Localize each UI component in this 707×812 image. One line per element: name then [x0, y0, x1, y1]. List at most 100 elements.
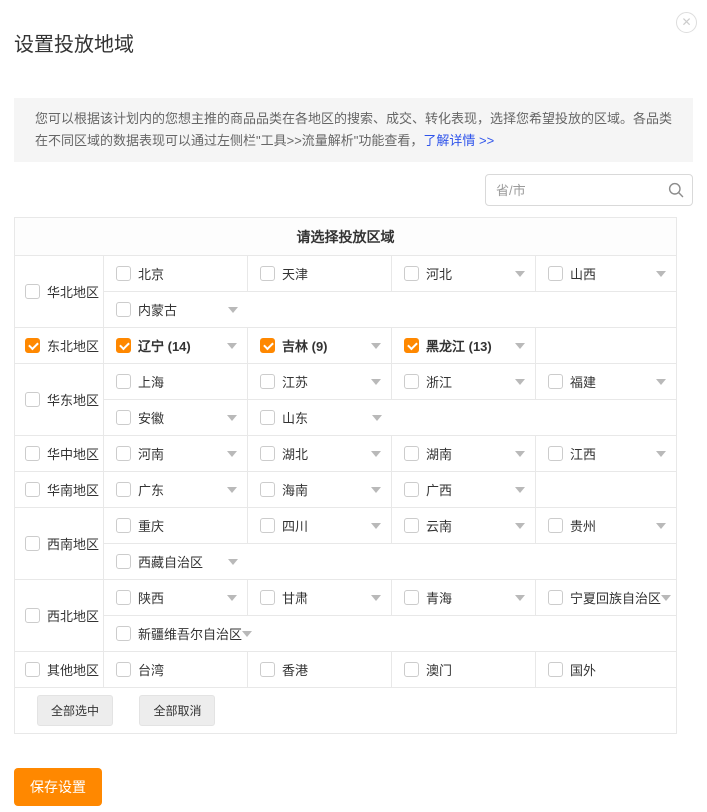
region-group-cell[interactable]: 东北地区: [15, 328, 104, 364]
province-cell[interactable]: 内蒙古: [104, 292, 248, 328]
dropdown-arrow-icon[interactable]: [656, 271, 666, 277]
checkbox-unchecked-icon[interactable]: [260, 374, 275, 389]
region-group-cell[interactable]: 其他地区: [15, 652, 104, 688]
province-cell[interactable]: 山东: [248, 400, 392, 436]
dropdown-arrow-icon[interactable]: [515, 379, 525, 385]
checkbox-checked-icon[interactable]: [116, 338, 131, 353]
checkbox-unchecked-icon[interactable]: [116, 410, 131, 425]
dropdown-arrow-icon[interactable]: [372, 415, 382, 421]
province-cell[interactable]: 山西: [536, 256, 677, 292]
province-cell[interactable]: 新疆维吾尔自治区: [104, 616, 248, 652]
province-cell[interactable]: 辽宁 (14): [104, 328, 248, 364]
province-cell[interactable]: 四川: [248, 508, 392, 544]
checkbox-unchecked-icon[interactable]: [404, 266, 419, 281]
dropdown-arrow-icon[interactable]: [371, 523, 381, 529]
checkbox-unchecked-icon[interactable]: [404, 482, 419, 497]
province-cell[interactable]: 国外: [536, 652, 677, 688]
checkbox-unchecked-icon[interactable]: [25, 536, 40, 551]
dropdown-arrow-icon[interactable]: [371, 343, 381, 349]
checkbox-unchecked-icon[interactable]: [260, 482, 275, 497]
checkbox-unchecked-icon[interactable]: [25, 662, 40, 677]
checkbox-unchecked-icon[interactable]: [25, 392, 40, 407]
province-cell[interactable]: 湖北: [248, 436, 392, 472]
checkbox-unchecked-icon[interactable]: [260, 266, 275, 281]
dropdown-arrow-icon[interactable]: [656, 451, 666, 457]
dropdown-arrow-icon[interactable]: [371, 487, 381, 493]
province-cell[interactable]: 福建: [536, 364, 677, 400]
checkbox-unchecked-icon[interactable]: [116, 554, 131, 569]
dropdown-arrow-icon[interactable]: [227, 415, 237, 421]
dropdown-arrow-icon[interactable]: [227, 343, 237, 349]
dropdown-arrow-icon[interactable]: [515, 487, 525, 493]
dropdown-arrow-icon[interactable]: [515, 523, 525, 529]
search-icon[interactable]: [668, 182, 684, 198]
checkbox-unchecked-icon[interactable]: [116, 482, 131, 497]
region-group-cell[interactable]: 华北地区: [15, 256, 104, 328]
province-cell[interactable]: 西藏自治区: [104, 544, 248, 580]
checkbox-unchecked-icon[interactable]: [260, 590, 275, 605]
region-group-cell[interactable]: 西南地区: [15, 508, 104, 580]
checkbox-unchecked-icon[interactable]: [404, 374, 419, 389]
checkbox-unchecked-icon[interactable]: [260, 410, 275, 425]
close-icon[interactable]: ✕: [676, 12, 697, 33]
province-cell[interactable]: 江西: [536, 436, 677, 472]
province-cell[interactable]: 台湾: [104, 652, 248, 688]
checkbox-unchecked-icon[interactable]: [548, 518, 563, 533]
province-cell[interactable]: 海南: [248, 472, 392, 508]
cancel-all-button[interactable]: 全部取消: [139, 695, 215, 726]
checkbox-unchecked-icon[interactable]: [116, 590, 131, 605]
dropdown-arrow-icon[interactable]: [242, 631, 252, 637]
checkbox-checked-icon[interactable]: [260, 338, 275, 353]
province-cell[interactable]: 青海: [392, 580, 536, 616]
checkbox-unchecked-icon[interactable]: [404, 662, 419, 677]
province-cell[interactable]: 澳门: [392, 652, 536, 688]
checkbox-unchecked-icon[interactable]: [25, 482, 40, 497]
checkbox-unchecked-icon[interactable]: [116, 266, 131, 281]
checkbox-unchecked-icon[interactable]: [116, 518, 131, 533]
province-cell[interactable]: 宁夏回族自治区: [536, 580, 677, 616]
save-settings-button[interactable]: 保存设置: [14, 768, 102, 806]
province-cell[interactable]: 安徽: [104, 400, 248, 436]
province-cell[interactable]: 吉林 (9): [248, 328, 392, 364]
checkbox-unchecked-icon[interactable]: [116, 626, 131, 641]
province-cell[interactable]: 黑龙江 (13): [392, 328, 536, 364]
dropdown-arrow-icon[interactable]: [228, 559, 238, 565]
checkbox-unchecked-icon[interactable]: [25, 608, 40, 623]
checkbox-unchecked-icon[interactable]: [548, 662, 563, 677]
region-group-cell[interactable]: 华中地区: [15, 436, 104, 472]
province-cell[interactable]: 重庆: [104, 508, 248, 544]
dropdown-arrow-icon[interactable]: [371, 451, 381, 457]
checkbox-unchecked-icon[interactable]: [260, 662, 275, 677]
dropdown-arrow-icon[interactable]: [227, 487, 237, 493]
checkbox-unchecked-icon[interactable]: [260, 518, 275, 533]
checkbox-unchecked-icon[interactable]: [548, 446, 563, 461]
province-cell[interactable]: 河南: [104, 436, 248, 472]
checkbox-unchecked-icon[interactable]: [404, 446, 419, 461]
dropdown-arrow-icon[interactable]: [371, 595, 381, 601]
checkbox-unchecked-icon[interactable]: [116, 446, 131, 461]
province-cell[interactable]: 广西: [392, 472, 536, 508]
dropdown-arrow-icon[interactable]: [515, 595, 525, 601]
province-cell[interactable]: 广东: [104, 472, 248, 508]
checkbox-unchecked-icon[interactable]: [116, 302, 131, 317]
checkbox-unchecked-icon[interactable]: [25, 284, 40, 299]
dropdown-arrow-icon[interactable]: [661, 595, 671, 601]
checkbox-unchecked-icon[interactable]: [116, 662, 131, 677]
dropdown-arrow-icon[interactable]: [515, 451, 525, 457]
dropdown-arrow-icon[interactable]: [515, 343, 525, 349]
learn-more-link[interactable]: 了解详情 >>: [423, 133, 494, 148]
checkbox-unchecked-icon[interactable]: [404, 518, 419, 533]
dropdown-arrow-icon[interactable]: [656, 379, 666, 385]
dropdown-arrow-icon[interactable]: [227, 595, 237, 601]
province-cell[interactable]: 香港: [248, 652, 392, 688]
province-cell[interactable]: 湖南: [392, 436, 536, 472]
region-group-cell[interactable]: 华东地区: [15, 364, 104, 436]
province-cell[interactable]: 云南: [392, 508, 536, 544]
province-cell[interactable]: 贵州: [536, 508, 677, 544]
province-cell[interactable]: 陕西: [104, 580, 248, 616]
region-group-cell[interactable]: 西北地区: [15, 580, 104, 652]
dropdown-arrow-icon[interactable]: [515, 271, 525, 277]
checkbox-unchecked-icon[interactable]: [25, 446, 40, 461]
region-group-cell[interactable]: 华南地区: [15, 472, 104, 508]
search-input[interactable]: [485, 174, 693, 206]
